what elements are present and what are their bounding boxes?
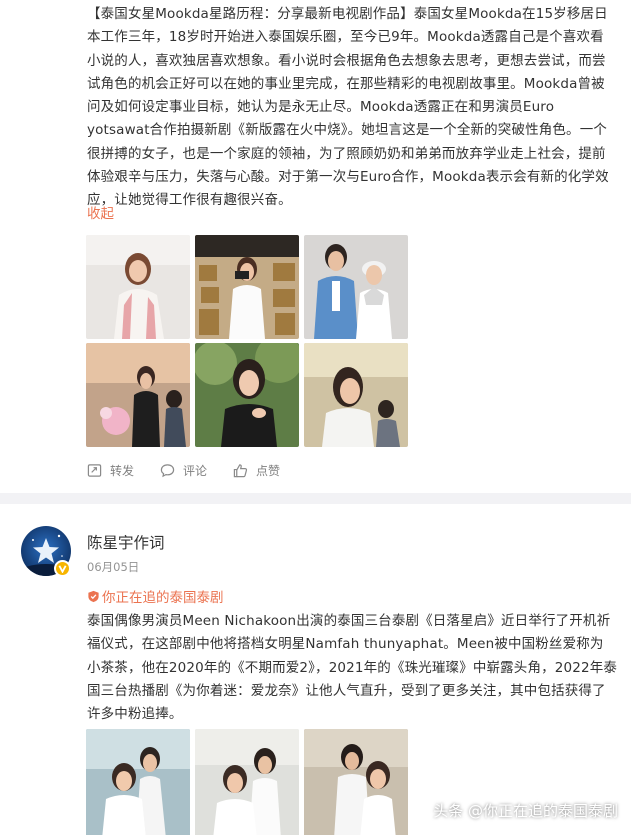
topic-link[interactable]: 你正在追的泰国泰剧	[87, 586, 224, 606]
image-grid	[86, 729, 408, 835]
comment-icon	[160, 463, 175, 477]
post-image[interactable]	[304, 729, 408, 835]
post-image[interactable]	[195, 235, 299, 339]
post-image[interactable]	[86, 729, 190, 835]
like-label: 点赞	[256, 463, 281, 478]
post-actions: 转发 评论 点赞	[87, 459, 487, 481]
watermark-text: 头条 @你正在追的泰国泰剧	[433, 802, 618, 820]
post-image[interactable]	[86, 235, 190, 339]
post-image[interactable]	[86, 343, 190, 447]
username[interactable]: 陈星宇作词	[87, 531, 165, 553]
repost-label: 转发	[110, 463, 135, 478]
post-image[interactable]	[195, 729, 299, 835]
post-body-text: 【泰国女星Mookda星路历程：分享最新电视剧作品】泰国女星Mookda在15岁…	[87, 6, 609, 209]
verified-badge-icon	[54, 560, 71, 577]
like-button[interactable]: 点赞	[233, 462, 280, 479]
image-grid	[86, 235, 408, 447]
watermark: 头条 @你正在追的泰国泰剧	[433, 800, 618, 821]
post-image[interactable]	[304, 343, 408, 447]
feed-post-2: 陈星宇作词 06月05日 你正在追的泰国泰剧 泰国偶像男演员Meen Nicha…	[0, 504, 631, 835]
topic-label: 你正在追的泰国泰剧	[102, 590, 224, 606]
comment-label: 评论	[183, 463, 208, 478]
repost-button[interactable]: 转发	[87, 462, 134, 479]
post-body-text: 泰国偶像男演员Meen Nichakoon出演的泰国三台泰剧《日落星启》近日举行…	[87, 613, 618, 723]
post-date: 06月05日	[87, 560, 140, 574]
feed-separator	[0, 493, 631, 504]
collapse-link[interactable]: 收起	[87, 203, 114, 225]
comment-button[interactable]: 评论	[160, 462, 207, 479]
post-image[interactable]	[304, 235, 408, 339]
feed-post-1: 【泰国女星Mookda星路历程：分享最新电视剧作品】泰国女星Mookda在15岁…	[0, 0, 631, 493]
topic-icon	[88, 590, 99, 602]
thumbs-up-icon	[233, 463, 248, 477]
post-image[interactable]	[195, 343, 299, 447]
repost-icon	[87, 463, 102, 477]
